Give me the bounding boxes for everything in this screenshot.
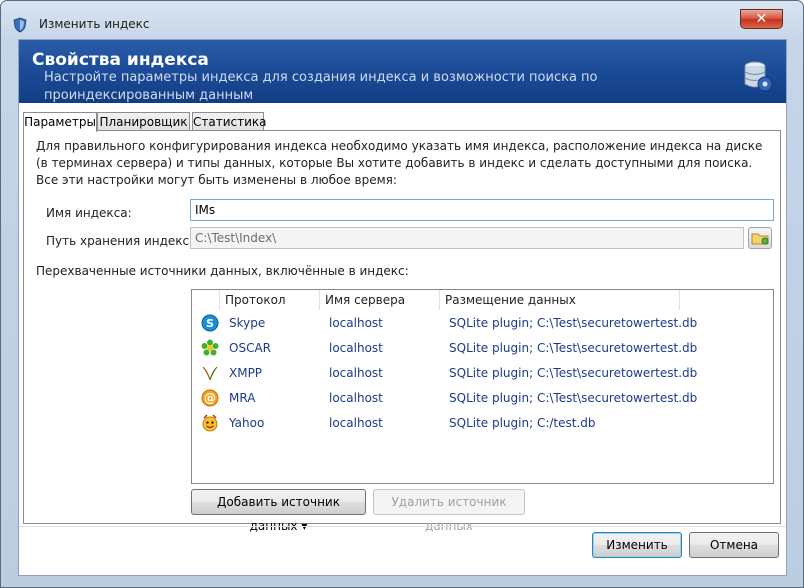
- mra-at-icon: @: [201, 389, 219, 407]
- database-settings-icon: [744, 61, 773, 92]
- add-source-button[interactable]: Добавить источник данных ▾: [191, 489, 366, 533]
- location-cell: SQLite plugin; C:\Test\securetowertest.d…: [449, 391, 698, 405]
- location-cell: SQLite plugin; C:\Test\securetowertest.d…: [449, 341, 698, 355]
- server-cell: localhost: [329, 341, 383, 355]
- table-row[interactable]: S Skype localhost SQLite plugin; C:\Test…: [192, 311, 773, 336]
- column-header-protocol[interactable]: Протокол: [220, 290, 320, 310]
- location-cell: SQLite plugin; C:/test.db: [449, 416, 596, 430]
- tab-statistics[interactable]: Статистика: [192, 112, 267, 130]
- index-name-input[interactable]: IMs: [190, 199, 774, 221]
- tab-parameters[interactable]: Параметры: [23, 112, 97, 132]
- tab-scheduler[interactable]: Планировщик: [97, 112, 190, 130]
- index-path-label: Путь хранения индекса:: [46, 234, 201, 248]
- skype-icon: S: [201, 314, 219, 332]
- ok-button[interactable]: Изменить: [592, 532, 682, 558]
- dialog-window: Изменить индекс ✕ Свойства индекса Настр…: [0, 0, 804, 588]
- table-row[interactable]: OSCAR localhost SQLite plugin; C:\Test\s…: [192, 336, 773, 361]
- shield-app-icon: [13, 17, 27, 33]
- svg-text:@: @: [204, 391, 216, 405]
- svg-text:S: S: [206, 317, 214, 330]
- sources-label: Перехваченные источники данных, включённ…: [36, 264, 409, 278]
- icq-flower-icon: [201, 339, 219, 356]
- title-bar[interactable]: Изменить индекс ✕: [1, 1, 803, 39]
- index-path-input: C:\Test\Index\: [190, 227, 744, 249]
- server-cell: localhost: [329, 391, 383, 405]
- sources-list[interactable]: Протокол Имя сервера Размещение данных S…: [191, 289, 774, 484]
- protocol-cell: MRA: [229, 391, 256, 405]
- parameters-pane: Для правильного конфигурирования индекса…: [23, 130, 781, 533]
- folder-icon: [751, 233, 769, 245]
- window-title: Изменить индекс: [39, 17, 150, 31]
- yahoo-icon: [202, 414, 218, 432]
- close-button[interactable]: ✕: [740, 9, 783, 29]
- header-banner: Свойства индекса Настройте параметры инд…: [19, 40, 786, 103]
- add-source-label: Добавить источник данных: [217, 495, 340, 533]
- table-row[interactable]: XMPP localhost SQLite plugin; C:\Test\se…: [192, 361, 773, 386]
- tab-strip: Параметры Планировщик Статистика: [19, 112, 786, 132]
- protocol-cell: XMPP: [229, 366, 263, 380]
- table-row[interactable]: Yahoo localhost SQLite plugin; C:/test.d…: [192, 411, 773, 436]
- column-header-location[interactable]: Размещение данных: [440, 290, 680, 310]
- protocol-cell: Yahoo: [229, 416, 265, 430]
- icon-column-header: [192, 290, 220, 310]
- location-cell: SQLite plugin; C:\Test\securetowertest.d…: [449, 366, 698, 380]
- server-cell: localhost: [329, 416, 383, 430]
- banner-subtitle: Настройте параметры индекса для создания…: [44, 70, 598, 103]
- location-cell: SQLite plugin; C:\Test\securetowertest.d…: [449, 316, 698, 330]
- protocol-cell: OSCAR: [229, 341, 271, 355]
- cancel-button[interactable]: Отмена: [689, 532, 779, 558]
- footer-separator: [19, 526, 786, 527]
- xmpp-icon: [202, 366, 218, 381]
- table-row[interactable]: @ MRA localhost SQLite plugin; C:\Test\s…: [192, 386, 773, 411]
- dialog-client: Свойства индекса Настройте параметры инд…: [18, 39, 787, 576]
- protocol-cell: Skype: [229, 316, 266, 330]
- description-text: Для правильного конфигурирования индекса…: [36, 139, 763, 187]
- banner-title: Свойства индекса: [32, 50, 209, 70]
- remove-source-button: Удалить источник данных: [373, 489, 525, 533]
- browse-folder-button[interactable]: [748, 227, 772, 249]
- column-header-server[interactable]: Имя сервера: [320, 290, 440, 310]
- server-cell: localhost: [329, 316, 383, 330]
- server-cell: localhost: [329, 366, 383, 380]
- index-name-label: Имя индекса:: [46, 206, 132, 220]
